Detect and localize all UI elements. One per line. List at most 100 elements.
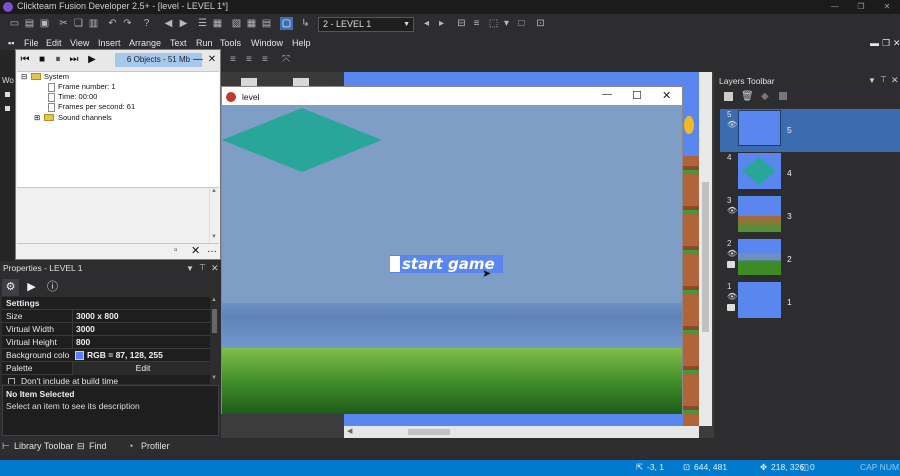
menu-arrange[interactable]: Arrange [129, 36, 161, 50]
mdi-minimize-icon[interactable]: ▬ [870, 36, 879, 50]
eye-icon[interactable]: 👁 [727, 120, 737, 129]
layer-item-3[interactable]: 3 👁 3 [720, 195, 900, 238]
game-viewport[interactable]: start game ➤ [222, 105, 682, 414]
close-icon[interactable]: ✕ [206, 54, 218, 66]
storyboard-icon[interactable]: ☰ [196, 17, 209, 30]
tab-library-toolbar[interactable]: Library Toolbar [14, 441, 73, 451]
maximize-icon[interactable]: ❐ [848, 0, 874, 14]
rewind-icon[interactable]: ⏮ [19, 54, 31, 66]
show-all-icon[interactable]: ◆ [761, 91, 769, 102]
menu-tools[interactable]: Tools [220, 36, 241, 50]
frame-select[interactable]: 2 - LEVEL 1 ▼ [318, 17, 414, 32]
dropdown-icon[interactable]: ▾ [500, 17, 513, 30]
tree-item-fps[interactable]: Frames per second: 61 [58, 102, 135, 112]
property-value[interactable]: 3000 x 800 [72, 310, 210, 323]
help-icon[interactable]: ? [140, 17, 153, 30]
stop-icon[interactable]: ■ [36, 54, 48, 66]
tree-item-frame-number[interactable]: Frame number: 1 [58, 82, 116, 92]
property-row[interactable]: Palette Edit [2, 362, 210, 375]
minimize-icon[interactable]: — [192, 54, 204, 66]
grid-view-icon[interactable]: ▦ [211, 17, 224, 30]
resize-icon[interactable]: ⤧ [282, 54, 290, 65]
minimize-icon[interactable]: — [822, 0, 848, 14]
runtime-play-icon[interactable]: ▶ [23, 279, 40, 296]
pin-icon[interactable] [5, 92, 10, 97]
back-icon[interactable]: ◀ [162, 17, 175, 30]
close-icon[interactable]: ✕ [191, 244, 200, 257]
property-row[interactable]: Don't include at build time [2, 375, 210, 384]
maximize-icon[interactable]: ☐ [632, 89, 642, 102]
copy-icon[interactable]: ❏ [72, 17, 85, 30]
save-icon[interactable]: ▣ [38, 17, 51, 30]
eye-icon[interactable]: 👁 [727, 249, 737, 258]
add-layer-icon[interactable] [724, 92, 733, 101]
more-icon[interactable]: … [207, 244, 217, 255]
forward-icon[interactable]: ▶ [177, 17, 190, 30]
cut-icon[interactable]: ✂ [57, 17, 70, 30]
tree-expand-icon[interactable]: ⊞ [34, 113, 40, 123]
menu-edit[interactable]: Edit [46, 36, 62, 50]
menu-view[interactable]: View [70, 36, 89, 50]
undo-icon[interactable]: ↶ [106, 17, 119, 30]
align-center-icon[interactable]: ≡ [246, 54, 252, 65]
property-value[interactable]: 3000 [72, 323, 210, 336]
expand-icon[interactable]: ▫ [174, 245, 178, 256]
layout-icon[interactable]: ▢ [280, 17, 293, 30]
scroll-down-icon[interactable]: ▼ [211, 375, 217, 381]
close-icon[interactable]: ✕ [211, 263, 219, 274]
align-left-icon[interactable]: ≡ [230, 54, 236, 65]
editor-horizontal-scrollbar[interactable]: ◀ [344, 426, 699, 438]
close-icon[interactable]: ✕ [662, 89, 671, 102]
mdi-restore-icon[interactable]: ❐ [882, 36, 890, 50]
frame-icon[interactable]: ↳ [299, 17, 312, 30]
lock-all-icon[interactable] [779, 92, 787, 100]
eye-icon[interactable]: 👁 [727, 292, 737, 301]
menu-file[interactable]: File [24, 36, 39, 50]
settings-gear-icon[interactable]: ⚙ [2, 279, 19, 296]
close-icon[interactable]: ✕ [874, 0, 900, 14]
prev-frame-icon[interactable]: ◂ [420, 17, 433, 30]
align-icon[interactable]: ≡ [470, 17, 483, 30]
close-icon[interactable]: ✕ [891, 75, 899, 86]
property-row[interactable]: Virtual Width 3000 [2, 323, 210, 336]
select-rect-icon[interactable]: ⬚ [487, 17, 500, 30]
palette-edit-button[interactable]: Edit [72, 362, 210, 375]
layer-item-4[interactable]: 4 4 [720, 152, 900, 195]
menu-window[interactable]: Window [251, 36, 283, 50]
open-file-icon[interactable]: ▤ [23, 17, 36, 30]
tab-profiler[interactable]: Profiler [141, 441, 170, 451]
scroll-thumb[interactable] [408, 429, 450, 435]
play-icon[interactable]: ▶ [86, 54, 98, 66]
new-file-icon[interactable]: ▭ [8, 17, 21, 30]
stop-icon[interactable]: □ [515, 17, 528, 30]
mdi-close-icon[interactable]: ✕ [893, 36, 900, 50]
property-row[interactable]: Background colo RGB = 87, 128, 255 [2, 349, 210, 362]
delete-layer-icon[interactable]: 🗑 [741, 91, 754, 102]
pin-icon[interactable]: ⊤ [199, 263, 206, 272]
pin-icon[interactable] [5, 106, 10, 111]
lock-icon[interactable] [727, 261, 735, 268]
scroll-thumb[interactable] [212, 309, 217, 333]
layer-item-5[interactable]: 5 👁 5 [720, 109, 900, 152]
debugger-scrollbar[interactable]: ▲ ▼ [209, 188, 219, 243]
align-right-icon[interactable]: ≡ [262, 54, 268, 65]
about-info-icon[interactable]: ⓘ [44, 279, 61, 296]
minimize-icon[interactable]: — [602, 89, 612, 100]
lock-icon[interactable] [727, 304, 735, 311]
chevron-down-icon[interactable]: ▼ [868, 76, 876, 85]
frame-editor-icon[interactable]: ▦ [245, 17, 258, 30]
menu-insert[interactable]: Insert [98, 36, 121, 50]
tree-item-sound-channels[interactable]: Sound channels [58, 113, 112, 123]
tree-item-time[interactable]: Time: 00:00 [58, 92, 97, 102]
scroll-thumb[interactable] [702, 182, 709, 332]
pause-icon[interactable]: ⏸ [52, 54, 64, 66]
workspace-tab-label[interactable]: Wo [2, 76, 14, 85]
eye-icon[interactable]: 👁 [727, 206, 737, 215]
menu-help[interactable]: Help [292, 36, 311, 50]
property-row[interactable]: Virtual Height 800 [2, 336, 210, 349]
next-frame-icon[interactable]: ▸ [435, 17, 448, 30]
pin-icon[interactable]: ⊤ [880, 75, 887, 84]
scroll-left-icon[interactable]: ◀ [347, 427, 352, 435]
list-view-icon[interactable]: ▧ [230, 17, 243, 30]
chevron-down-icon[interactable]: ▼ [186, 264, 194, 273]
